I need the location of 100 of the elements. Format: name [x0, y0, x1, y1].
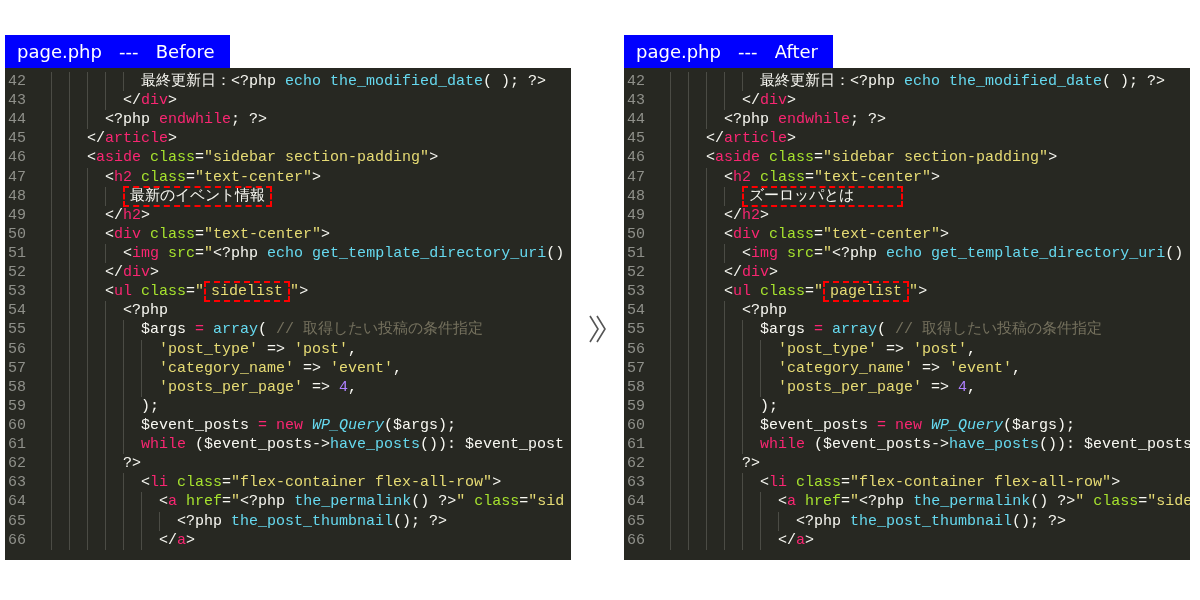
- code-text: <ul class=": [105, 282, 205, 302]
- line-number: 45: [7, 129, 27, 149]
- code-text: <?php the_post_thumbnail(); ?>: [796, 511, 1067, 531]
- line-number: 56: [626, 339, 646, 359]
- code-text: </div>: [724, 263, 779, 283]
- code-text: <aside class="sidebar section-padding">: [87, 148, 439, 168]
- line-number: 57: [7, 358, 27, 378]
- line-number: 53: [7, 282, 27, 302]
- line-number: 43: [7, 91, 27, 111]
- code-text: ?>: [742, 454, 761, 474]
- code-text: <a href="<?php the_permalink() ?>" class="sid: [159, 492, 565, 512]
- line-number: 44: [7, 110, 27, 130]
- code-text: </h2>: [724, 205, 770, 225]
- line-number: 54: [626, 301, 646, 321]
- code-text: ?>: [123, 454, 142, 474]
- code-text: 'posts_per_page' => 4,: [778, 377, 977, 397]
- code-text: </a>: [778, 530, 815, 550]
- highlighted-text: ズーロッパとは: [743, 186, 902, 206]
- code-text: while ($event_posts->have_posts()): $event_post: [141, 435, 565, 455]
- line-number: 58: [7, 377, 27, 397]
- code-text: <?php endwhile; ?>: [724, 110, 887, 130]
- code-text: 最終更新日：<?php echo the_modified_date( ); ?>: [760, 72, 1166, 92]
- line-number: 60: [7, 415, 27, 436]
- file-label: page.php --- Before: [5, 35, 230, 68]
- code-text: 'post_type' => 'post',: [778, 339, 977, 359]
- code-text: <h2 class="text-center">: [724, 167, 941, 187]
- code-text: <?php endwhile; ?>: [105, 110, 268, 130]
- code-text: );: [760, 396, 779, 416]
- line-number: 59: [626, 396, 646, 416]
- code-text: <div class="text-center">: [724, 224, 950, 244]
- line-number: 49: [7, 205, 27, 225]
- code-text: 最終更新日：<?php echo the_modified_date( ); ?>: [141, 72, 547, 92]
- code-text: </div>: [105, 263, 160, 283]
- line-number: 45: [626, 129, 646, 149]
- line-number: 62: [626, 454, 646, 474]
- code-text: <img src="<?php echo get_template_directory_uri(): [742, 244, 1184, 264]
- line-number: 60: [626, 415, 646, 436]
- code-text: <li class="flex-container flex-all-row">: [141, 473, 502, 493]
- line-number: 64: [7, 492, 27, 512]
- double-chevron-icon: [587, 315, 608, 343]
- line-number: 51: [626, 244, 646, 264]
- line-number: 53: [626, 282, 646, 302]
- code-text: </article>: [706, 129, 797, 149]
- line-number: 48: [7, 186, 27, 206]
- line-number: 64: [626, 492, 646, 512]
- line-number: 65: [7, 511, 27, 531]
- code-text: <li class="flex-container flex-all-row">: [760, 473, 1121, 493]
- line-number: 46: [626, 148, 646, 168]
- code-text: 'posts_per_page' => 4,: [159, 377, 358, 397]
- line-number: 61: [626, 435, 646, 455]
- code-text: </article>: [87, 129, 178, 149]
- highlighted-text: sidelist: [205, 282, 290, 302]
- line-number: 47: [626, 167, 646, 187]
- line-number: 48: [626, 186, 646, 206]
- code-text: while ($event_posts->have_posts()): $event_posts: [760, 435, 1190, 455]
- code-text: <img src="<?php echo get_template_directory_uri(): [123, 244, 565, 264]
- code-text: </h2>: [105, 205, 151, 225]
- line-number: 56: [7, 339, 27, 359]
- code-text: <div class="text-center">: [105, 224, 331, 244]
- line-number: 58: [626, 377, 646, 397]
- line-number: 65: [626, 511, 646, 531]
- code-text: </div>: [742, 91, 797, 111]
- code-text: $event_posts = new WP_Query($args);: [760, 415, 1076, 436]
- line-number: 43: [626, 91, 646, 111]
- line-number: 50: [626, 224, 646, 244]
- code-text: <?php: [123, 301, 169, 321]
- line-number: 52: [626, 263, 646, 283]
- line-number: 55: [626, 320, 646, 340]
- line-number: 66: [626, 530, 646, 550]
- file-label: page.php --- After: [624, 35, 833, 68]
- line-number: 63: [7, 473, 27, 493]
- line-number: 42: [7, 72, 27, 92]
- line-number: 57: [626, 358, 646, 378]
- line-number: 54: [7, 301, 27, 321]
- code-text: $args = array( // 取得したい投稿の条件指定: [141, 320, 484, 340]
- highlighted-text: pagelist: [824, 282, 909, 302]
- code-text: <h2 class="text-center">: [105, 167, 322, 187]
- highlighted-text: 最新のイベント情報: [124, 186, 271, 206]
- code-text: </div>: [123, 91, 178, 111]
- line-number: 46: [7, 148, 27, 168]
- code-text: 'post_type' => 'post',: [159, 339, 358, 359]
- code-text: <aside class="sidebar section-padding">: [706, 148, 1058, 168]
- line-number: 49: [626, 205, 646, 225]
- line-number: 52: [7, 263, 27, 283]
- line-number: 42: [626, 72, 646, 92]
- code-text: <?php: [742, 301, 788, 321]
- code-text: $event_posts = new WP_Query($args);: [141, 415, 457, 436]
- code-text: <ul class=": [724, 282, 824, 302]
- code-text: ">: [909, 282, 928, 302]
- code-text: ">: [290, 282, 309, 302]
- line-number: 44: [626, 110, 646, 130]
- line-number: 47: [7, 167, 27, 187]
- line-number: 51: [7, 244, 27, 264]
- code-text: <?php the_post_thumbnail(); ?>: [177, 511, 448, 531]
- line-number: 61: [7, 435, 27, 455]
- code-text: $args = array( // 取得したい投稿の条件指定: [760, 320, 1103, 340]
- code-text: 'category_name' => 'event',: [778, 358, 1022, 378]
- line-number: 59: [7, 396, 27, 416]
- code-text: );: [141, 396, 160, 416]
- line-number: 63: [626, 473, 646, 493]
